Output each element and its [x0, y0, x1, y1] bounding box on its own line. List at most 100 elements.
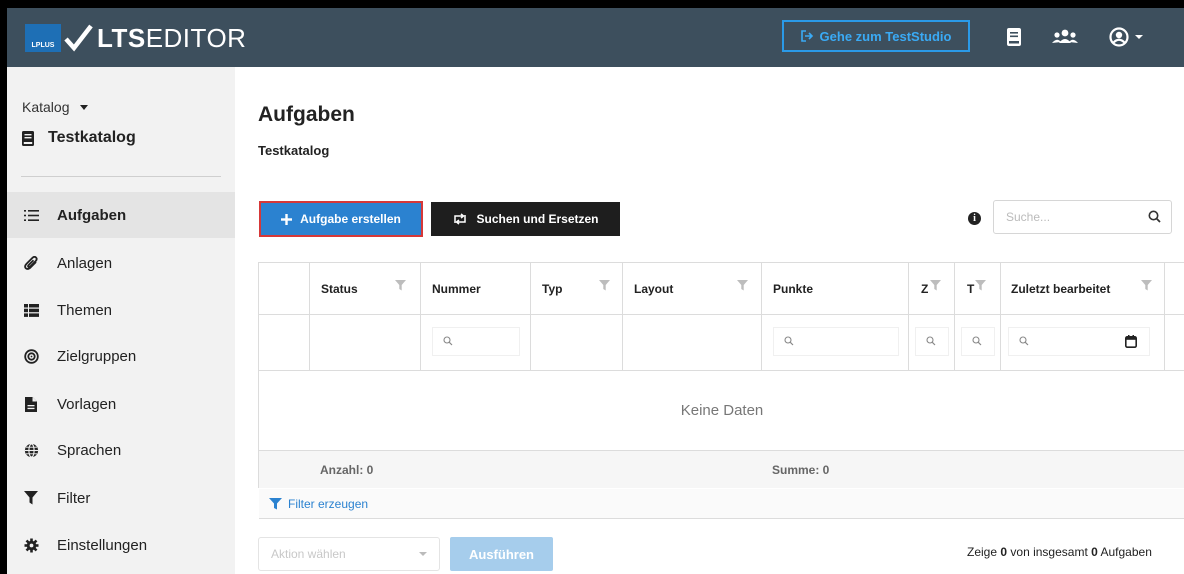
sidebar-item-einstellungen[interactable]: Einstellungen [7, 522, 235, 568]
user-menu[interactable] [1105, 25, 1147, 49]
table-filter-row [259, 315, 1184, 371]
search-input[interactable]: Suche... [993, 200, 1172, 234]
column-header-typ[interactable]: Typ [531, 263, 623, 314]
summary-suffix: Aufgaben [1100, 545, 1152, 559]
filter-icon[interactable] [1141, 280, 1152, 291]
count-summary: Anzahl: 0 [320, 463, 374, 477]
filter-cell [310, 315, 421, 370]
punkte-filter-input[interactable] [773, 327, 899, 356]
sidebar-item-themen[interactable]: Themen [7, 287, 235, 333]
filter-icon[interactable] [930, 280, 941, 291]
summary-shown-count: 0 [1000, 545, 1008, 559]
sidebar-item-label: Vorlagen [57, 395, 117, 413]
create-filter-link[interactable]: Filter erzeugen [259, 489, 1184, 519]
filter-cell [955, 315, 1001, 370]
filter-icon[interactable] [737, 280, 748, 291]
date-filter-input[interactable] [1008, 327, 1150, 356]
search-icon [972, 336, 982, 346]
filter-cell [1001, 315, 1165, 370]
sidebar-item-zielgruppen[interactable]: Zielgruppen [7, 333, 235, 379]
top-bar: LPLUS LTSEDITOR Gehe zum TestStudio [7, 8, 1184, 67]
column-label: Z [921, 282, 929, 296]
summary-middle: von insgesamt [1010, 545, 1088, 559]
target-icon [23, 348, 39, 364]
paperclip-icon [23, 255, 39, 271]
filter-icon[interactable] [975, 280, 986, 291]
filter-cell [762, 315, 909, 370]
sidebar-item-filter[interactable]: Filter [7, 475, 235, 521]
search-icon [1148, 210, 1161, 223]
column-header-zuletzt-bearbeitet[interactable]: Zuletzt bearbeitet [1001, 263, 1165, 314]
column-label: Punkte [773, 282, 814, 296]
filter-cell [909, 315, 955, 370]
sidebar-item-label: Sprachen [57, 441, 122, 459]
info-icon[interactable]: i [968, 212, 981, 225]
book-icon [22, 130, 34, 146]
globe-icon [23, 442, 39, 458]
nummer-filter-input[interactable] [432, 327, 520, 356]
select-column-header[interactable] [259, 263, 310, 314]
sidebar-item-label: Einstellungen [57, 536, 148, 554]
page-subtitle: Testkatalog [258, 143, 330, 158]
app-logo[interactable]: LPLUS LTSEDITOR [25, 18, 246, 58]
catalog-dropdown[interactable]: Katalog [22, 99, 89, 115]
users-icon[interactable] [1050, 25, 1080, 49]
column-header-layout[interactable]: Layout [623, 263, 762, 314]
chevron-down-icon [1134, 35, 1143, 39]
search-icon [443, 336, 453, 346]
search-replace-button[interactable]: Suchen und Ersetzen [431, 202, 620, 236]
filter-cell [259, 315, 310, 370]
retweet-icon [454, 213, 467, 225]
z-filter-input[interactable] [915, 327, 949, 356]
filter-icon[interactable] [599, 280, 610, 291]
action-select-placeholder: Aktion wählen [271, 547, 346, 561]
calendar-icon[interactable] [1125, 335, 1137, 348]
column-header-z[interactable]: Z [909, 263, 955, 314]
summary-total-count: 0 [1091, 545, 1098, 559]
goto-teststudio-button[interactable]: Gehe zum TestStudio [782, 20, 970, 52]
summary-prefix: Zeige [967, 545, 998, 559]
filter-icon[interactable] [395, 280, 406, 291]
column-label: Status [321, 282, 358, 296]
create-filter-label: Filter erzeugen [288, 496, 369, 511]
sidebar-item-sprachen[interactable]: Sprachen [7, 427, 235, 473]
book-icon[interactable] [1002, 25, 1026, 49]
app-window: LPLUS LTSEDITOR Gehe zum TestStudio Kata… [7, 8, 1184, 574]
catalog-title-text: Testkatalog [48, 129, 136, 146]
action-select[interactable]: Aktion wählen [258, 537, 440, 571]
sidebar-divider [21, 176, 221, 177]
catalog-title: Testkatalog [22, 129, 136, 147]
column-header-status[interactable]: Status [310, 263, 421, 314]
caret-down-icon [419, 552, 427, 556]
checkmark-icon [64, 24, 93, 52]
search-replace-label: Suchen und Ersetzen [476, 212, 599, 226]
sidebar-item-anlagen[interactable]: Anlagen [7, 240, 235, 286]
file-icon [23, 396, 39, 412]
sidebar-item-label: Aufgaben [57, 206, 127, 224]
sidebar-item-vorlagen[interactable]: Vorlagen [7, 381, 235, 427]
grid-list-icon [23, 302, 39, 318]
create-task-button[interactable]: Aufgabe erstellen [259, 201, 423, 237]
list-icon [23, 207, 39, 223]
filter-icon [23, 490, 39, 506]
run-action-button[interactable]: Ausführen [450, 537, 553, 571]
app-name: LTSEDITOR [97, 22, 247, 53]
t-filter-input[interactable] [961, 327, 995, 356]
column-label: Layout [634, 282, 674, 296]
sidebar-item-aufgaben[interactable]: Aufgaben [7, 192, 235, 238]
column-header-punkte[interactable]: Punkte [762, 263, 909, 314]
column-header-nummer[interactable]: Nummer [421, 263, 531, 314]
sum-summary: Summe: 0 [772, 463, 830, 477]
sign-out-icon [800, 30, 813, 42]
empty-table-message: Keine Daten [259, 371, 1184, 451]
user-circle-icon [1108, 27, 1129, 47]
gear-icon [23, 537, 39, 553]
sidebar-item-label: Filter [57, 489, 91, 507]
tasks-table: Status Nummer Typ Layout Punkte Z T Zule… [258, 262, 1184, 488]
pagination-summary: Zeige 0 von insgesamt 0 Aufgaben [967, 545, 1152, 559]
column-label: Zuletzt bearbeitet [1011, 282, 1111, 296]
column-header-t[interactable]: T [955, 263, 1001, 314]
filter-cell [421, 315, 531, 370]
filter-icon [269, 497, 282, 509]
column-label: T [967, 282, 975, 296]
